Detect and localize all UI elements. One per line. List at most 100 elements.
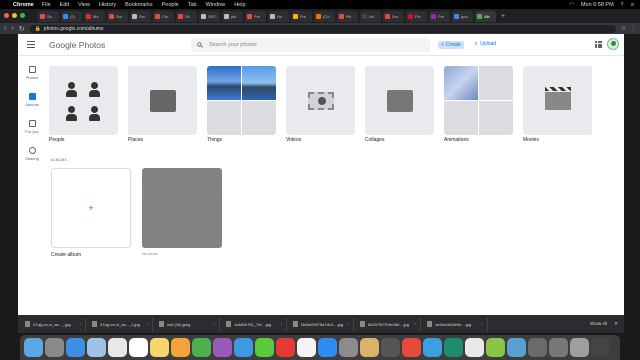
dock-app-icon[interactable] [129,338,148,357]
dock-app-icon[interactable] [45,338,64,357]
sidebar-item-for-you[interactable]: For you [20,120,44,147]
sidebar-item-sharing[interactable]: Sharing [20,147,44,174]
url-bar[interactable]: 🔒 photos.google.com/albums [29,24,616,33]
browser-tab[interactable]: pin [222,10,243,22]
reload-icon[interactable]: ↻ [19,25,25,33]
dock-app-icon[interactable] [444,338,463,357]
download-item[interactable]: 47ujy-zc-vi_as..._1.jpg ⌃ [89,317,153,331]
wifi-icon[interactable]: ◠ [569,2,574,8]
dock-app-icon[interactable] [402,338,421,357]
dock-app-icon[interactable] [87,338,106,357]
browser-tab[interactable]: Ma [84,10,105,22]
sidebar-item-albums[interactable]: Albums [20,93,44,120]
close-downloads-icon[interactable]: ✕ [614,321,618,327]
chevron-up-icon[interactable]: ⌃ [280,322,283,327]
control-menu-icon[interactable]: ≡ [631,2,634,8]
dock-app-icon[interactable] [297,338,316,357]
browser-tab[interactable]: Sm [107,10,128,22]
browser-tab[interactable]: Sh [38,10,59,22]
download-item[interactable]: 47ujy-zc-vi_as..._.jpg ⌃ [22,317,86,331]
dock-app-icon[interactable] [171,338,190,357]
category-people[interactable]: People [49,66,118,143]
download-item[interactable]: 1e9cb1862e5e....jpg ⌃ [424,317,488,331]
download-item[interactable]: 800375f7f13e05d....jpg ⌃ [357,317,421,331]
browser-tab[interactable]: Chr [153,10,174,22]
chevron-up-icon[interactable]: ⌃ [213,322,216,327]
browser-tab[interactable]: SEO [199,10,220,22]
album-card[interactable]: No items [142,168,222,256]
dock-app-icon[interactable] [528,338,547,357]
dock-app-icon[interactable] [150,338,169,357]
chevron-up-icon[interactable]: ⌃ [146,322,149,327]
browser-tab[interactable]: (2) [61,10,82,22]
category-movies[interactable]: Movies [523,66,592,143]
dock-app-icon[interactable] [465,338,484,357]
dock-app-icon[interactable] [423,338,442,357]
download-item[interactable]: 1c682b761_7cf....jpg ⌃ [223,317,287,331]
upload-button[interactable]: ⇪ Upload [474,41,496,47]
menu-help[interactable]: Help [234,2,245,8]
browser-tab[interactable]: Sm [130,10,151,22]
dock-app-icon[interactable] [486,338,505,357]
google-apps-icon[interactable] [595,41,602,48]
download-item[interactable]: f3e5e09575a7d14....jpg ⌃ [290,317,354,331]
dock-app-icon[interactable] [507,338,526,357]
download-item[interactable]: mel (16).jpeg ⌃ [156,317,220,331]
chevron-up-icon[interactable]: ⌃ [347,322,350,327]
minimize-window-icon[interactable] [12,13,17,18]
google-photos-logo[interactable]: Google Photos [49,40,105,50]
browser-tab[interactable]: Ho [268,10,289,22]
dock-app-icon[interactable] [339,338,358,357]
browser-tab[interactable]: Fre [429,10,450,22]
bookmark-star-icon[interactable]: ☆ [621,25,626,32]
browser-tab[interactable]: Alb [475,10,496,22]
dock-app-icon[interactable] [381,338,400,357]
browser-menu-icon[interactable]: ⋮ [631,26,636,32]
browser-tab[interactable]: Sm [383,10,404,22]
menu-bookmarks[interactable]: Bookmarks [125,2,153,8]
close-window-icon[interactable] [4,13,9,18]
dock-app-icon[interactable] [213,338,232,357]
dock-app-icon[interactable] [276,338,295,357]
menu-window[interactable]: Window [206,2,226,8]
dock-app-icon[interactable] [108,338,127,357]
dock-app-icon[interactable] [360,338,379,357]
menu-history[interactable]: History [99,2,116,8]
menu-file[interactable]: File [42,2,51,8]
category-collages[interactable]: Collages [365,66,434,143]
create-button[interactable]: + Create [438,41,464,49]
browser-tab[interactable]: (Co [314,10,335,22]
chevron-up-icon[interactable]: ⌃ [414,322,417,327]
menu-edit[interactable]: Edit [60,2,69,8]
create-album-card[interactable]: + Create album [51,168,131,258]
browser-tab[interactable]: Pin [406,10,427,22]
dock-app-icon[interactable] [318,338,337,357]
chevron-up-icon[interactable]: ⌃ [79,322,82,327]
dock-app-icon[interactable] [591,338,610,357]
browser-tab[interactable]: Fre [291,10,312,22]
category-places[interactable]: Places [128,66,197,143]
browser-tab[interactable]: goo [452,10,473,22]
dock-app-icon[interactable] [66,338,85,357]
dock-app-icon[interactable] [24,338,43,357]
browser-tab[interactable]: Re [337,10,358,22]
menu-people[interactable]: People [162,2,179,8]
browser-tab[interactable]: Sh [176,10,197,22]
show-all-downloads-button[interactable]: Show All [590,321,607,327]
dock-app-icon[interactable] [570,338,589,357]
menu-app-name[interactable]: Chrome [13,2,34,8]
menu-view[interactable]: View [78,2,90,8]
dock-app-icon[interactable] [192,338,211,357]
zoom-window-icon[interactable] [20,13,25,18]
dock-app-icon[interactable] [549,338,568,357]
chevron-up-icon[interactable]: ⌃ [481,322,484,327]
browser-tab[interactable]: Ho [360,10,381,22]
browser-tab[interactable]: Fre [245,10,266,22]
category-animations[interactable]: Animations [444,66,513,143]
category-things[interactable]: Things [207,66,276,143]
search-bar[interactable]: Search your photos [191,38,430,52]
spotlight-icon[interactable]: ⌕ [621,1,624,8]
main-menu-icon[interactable] [27,41,35,50]
new-tab-button[interactable]: + [501,13,505,20]
dock-app-icon[interactable] [255,338,274,357]
